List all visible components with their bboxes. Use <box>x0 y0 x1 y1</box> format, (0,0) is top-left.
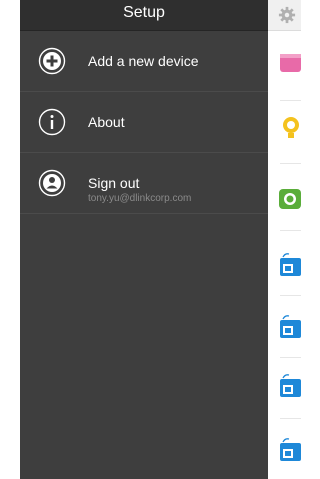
drawer-title: Setup <box>20 0 268 31</box>
menu-item-add-device[interactable]: Add a new device <box>20 31 268 92</box>
side-drawer: Setup Add a new device About Sign out to… <box>20 0 268 479</box>
account-email: tony.yu@dlinkcorp.com <box>88 193 192 204</box>
menu-label-add-device: Add a new device <box>88 53 199 69</box>
menu-item-sign-out[interactable]: Sign out tony.yu@dlinkcorp.com <box>20 153 268 214</box>
blue-camera-icon[interactable] <box>277 437 301 463</box>
device-list-header <box>268 0 301 31</box>
user-circle-icon <box>38 169 66 197</box>
menu-label-about: About <box>88 114 125 130</box>
green-device-icon[interactable] <box>277 186 301 212</box>
pink-device-icon[interactable] <box>277 48 301 74</box>
row-divider <box>280 163 301 164</box>
plus-circle-icon <box>38 47 66 75</box>
row-divider <box>280 357 301 358</box>
row-divider <box>280 418 301 419</box>
blue-camera-icon[interactable] <box>277 314 301 340</box>
device-list-panel <box>268 0 301 479</box>
row-divider <box>280 230 301 231</box>
yellow-sensor-icon[interactable] <box>277 114 301 140</box>
menu-label-sign-out: Sign out <box>88 175 140 191</box>
gear-icon[interactable] <box>278 6 296 24</box>
row-divider <box>280 295 301 296</box>
row-divider <box>280 100 301 101</box>
menu-item-about[interactable]: About <box>20 92 268 153</box>
blue-camera-icon[interactable] <box>277 252 301 278</box>
info-circle-icon <box>38 108 66 136</box>
app-frame: Setup Add a new device About Sign out to… <box>20 0 301 479</box>
blue-camera-icon[interactable] <box>277 373 301 399</box>
